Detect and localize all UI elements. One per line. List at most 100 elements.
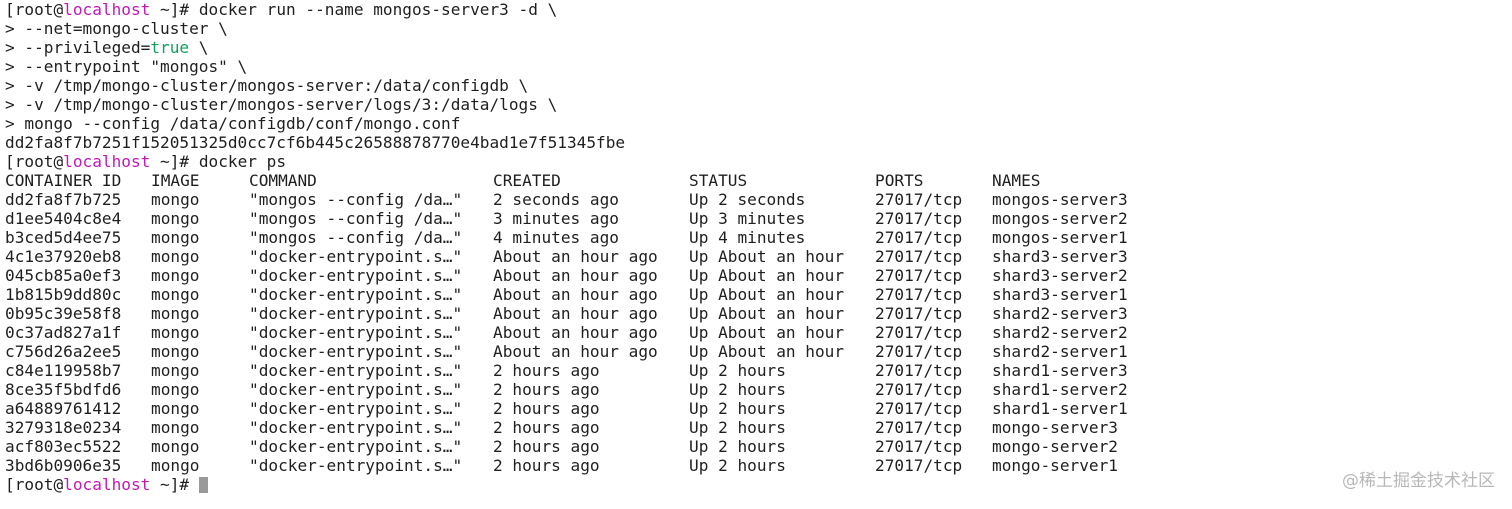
table-row: c84e119958b7 mongo "docker-entrypoint.s…" 2… — [5, 361, 1512, 380]
continuation-line: > --entrypoint "mongos" \ — [5, 57, 248, 76]
cell-names: shard1-server1 — [992, 399, 1128, 418]
cell-image: mongo — [151, 437, 200, 456]
header-status: STATUS — [689, 171, 748, 190]
cell-command: "docker-entrypoint.s…" — [249, 418, 463, 437]
prompt-host: localhost — [63, 0, 151, 19]
cell-command: "docker-entrypoint.s…" — [249, 304, 463, 323]
cell-ports: 27017/tcp — [875, 418, 963, 437]
prompt-path: ~]# — [150, 475, 199, 494]
cell-names: mongo-server2 — [992, 437, 1118, 456]
cell-names: shard2-server1 — [992, 342, 1128, 361]
cell-created: 2 hours ago — [493, 361, 600, 380]
continuation-tail: \ — [189, 38, 209, 57]
terminal-window[interactable]: [root@localhost ~]# docker run --name mo… — [0, 0, 1512, 509]
cell-container-id: 3279318e0234 — [5, 418, 122, 437]
cell-container-id: b3ced5d4ee75 — [5, 228, 122, 247]
cell-created: About an hour ago — [493, 247, 658, 266]
cell-container-id: 0c37ad827a1f — [5, 323, 122, 342]
table-row: acf803ec5522 mongo "docker-entrypoint.s…" 2… — [5, 437, 1512, 456]
cell-names: shard1-server2 — [992, 380, 1128, 399]
cell-created: About an hour ago — [493, 342, 658, 361]
cell-created: About an hour ago — [493, 266, 658, 285]
cell-names: shard3-server1 — [992, 285, 1128, 304]
continuation-text: > --privileged= — [5, 38, 151, 57]
cell-ports: 27017/tcp — [875, 266, 963, 285]
cell-command: "docker-entrypoint.s…" — [249, 266, 463, 285]
cell-created: 2 hours ago — [493, 399, 600, 418]
cell-created: 2 hours ago — [493, 418, 600, 437]
cell-ports: 27017/tcp — [875, 361, 963, 380]
cell-names: mongos-server3 — [992, 190, 1128, 209]
cell-names: shard1-server3 — [992, 361, 1128, 380]
cell-status: Up 3 minutes — [689, 209, 806, 228]
cell-image: mongo — [151, 323, 200, 342]
cell-status: Up About an hour — [689, 285, 845, 304]
prompt-open: [root@ — [5, 475, 64, 494]
table-row: b3ced5d4ee75 mongo "mongos --config /da…" 4… — [5, 228, 1512, 247]
prompt-line-final: [root@localhost ~]# — [5, 475, 1512, 494]
cell-ports: 27017/tcp — [875, 190, 963, 209]
prompt-path: ~]# — [150, 152, 199, 171]
cell-command: "docker-entrypoint.s…" — [249, 361, 463, 380]
cell-status: Up About an hour — [689, 304, 845, 323]
cell-image: mongo — [151, 285, 200, 304]
cell-status: Up About an hour — [689, 247, 845, 266]
watermark: @稀土掘金技术社区 — [1342, 471, 1495, 491]
header-command: COMMAND — [249, 171, 317, 190]
cell-ports: 27017/tcp — [875, 380, 963, 399]
block-cursor-icon[interactable] — [198, 477, 208, 493]
header-image: IMAGE — [151, 171, 200, 190]
table-row: 4c1e37920eb8 mongo "docker-entrypoint.s…" A… — [5, 247, 1512, 266]
cell-created: 2 hours ago — [493, 456, 600, 475]
command-docker-run: docker run --name mongos-server3 -d \ — [198, 0, 558, 19]
table-row: 8ce35f5bdfd6 mongo "docker-entrypoint.s…" 2… — [5, 380, 1512, 399]
header-container-id: CONTAINER ID — [5, 171, 122, 190]
cell-created: About an hour ago — [493, 285, 658, 304]
continuation-line: > --net=mongo-cluster \ — [5, 19, 228, 38]
cell-names: mongos-server2 — [992, 209, 1128, 228]
cell-names: shard3-server3 — [992, 247, 1128, 266]
cell-created: About an hour ago — [493, 323, 658, 342]
table-row: 1b815b9dd80c mongo "docker-entrypoint.s…" A… — [5, 285, 1512, 304]
cell-command: "docker-entrypoint.s…" — [249, 342, 463, 361]
container-hash-output: dd2fa8f7b7251f152051325d0cc7cf6b445c2658… — [5, 133, 626, 152]
cell-ports: 27017/tcp — [875, 399, 963, 418]
cell-container-id: acf803ec5522 — [5, 437, 122, 456]
cell-container-id: c756d26a2ee5 — [5, 342, 122, 361]
cell-status: Up 2 hours — [689, 437, 786, 456]
cell-ports: 27017/tcp — [875, 228, 963, 247]
cell-container-id: 4c1e37920eb8 — [5, 247, 122, 266]
command-docker-ps: docker ps — [198, 152, 287, 171]
cell-container-id: 1b815b9dd80c — [5, 285, 122, 304]
continuation-line: > -v /tmp/mongo-cluster/mongos-server:/d… — [5, 76, 529, 95]
prompt-host: localhost — [63, 475, 151, 494]
cell-created: 3 minutes ago — [493, 209, 619, 228]
prompt-line-ps: [root@localhost ~]# docker ps — [5, 152, 1512, 171]
table-row: c756d26a2ee5 mongo "docker-entrypoint.s…" A… — [5, 342, 1512, 361]
cell-command: "docker-entrypoint.s…" — [249, 323, 463, 342]
cell-status: Up 2 hours — [689, 418, 786, 437]
table-row: dd2fa8f7b725 mongo "mongos --config /da…" 2… — [5, 190, 1512, 209]
cell-container-id: c84e119958b7 — [5, 361, 122, 380]
cell-image: mongo — [151, 456, 200, 475]
cell-ports: 27017/tcp — [875, 456, 963, 475]
cell-ports: 27017/tcp — [875, 304, 963, 323]
cell-created: 2 hours ago — [493, 437, 600, 456]
continuation-line: > -v /tmp/mongo-cluster/mongos-server/lo… — [5, 95, 558, 114]
cell-ports: 27017/tcp — [875, 285, 963, 304]
cell-created: 2 hours ago — [493, 380, 600, 399]
prompt-open: [root@ — [5, 152, 64, 171]
table-row: d1ee5404c8e4 mongo "mongos --config /da…" 3… — [5, 209, 1512, 228]
table-row: 045cb85a0ef3 mongo "docker-entrypoint.s…" A… — [5, 266, 1512, 285]
table-row: 3279318e0234 mongo "docker-entrypoint.s…" 2… — [5, 418, 1512, 437]
cell-command: "docker-entrypoint.s…" — [249, 285, 463, 304]
cell-image: mongo — [151, 266, 200, 285]
cell-ports: 27017/tcp — [875, 342, 963, 361]
cell-image: mongo — [151, 247, 200, 266]
table-body: dd2fa8f7b725 mongo "mongos --config /da…" 2… — [5, 190, 1512, 475]
cell-ports: 27017/tcp — [875, 209, 963, 228]
cell-image: mongo — [151, 228, 200, 247]
table-row: 0c37ad827a1f mongo "docker-entrypoint.s…" A… — [5, 323, 1512, 342]
cell-names: shard2-server3 — [992, 304, 1128, 323]
cell-status: Up About an hour — [689, 266, 845, 285]
